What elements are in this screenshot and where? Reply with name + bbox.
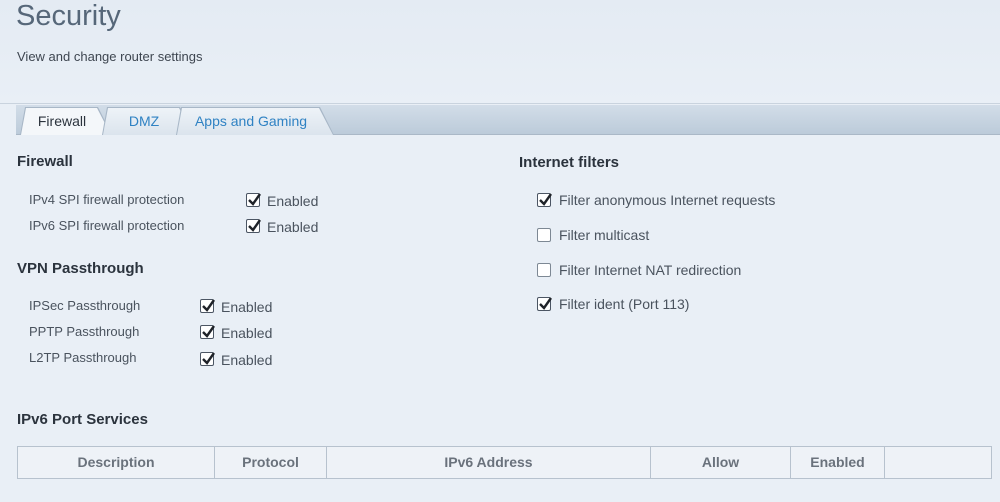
l2tp-checkbox[interactable] xyxy=(200,352,215,366)
ipsec-checkbox[interactable] xyxy=(200,299,215,313)
column-header-allow: Allow xyxy=(651,447,791,478)
filter-ident-label: Filter ident (Port 113) xyxy=(559,296,690,312)
tab-firewall[interactable]: Firewall xyxy=(20,107,112,135)
vpn-section-title: VPN Passthrough xyxy=(17,260,144,277)
filter-nat-redirection-checkbox[interactable] xyxy=(537,263,551,277)
filter-anonymous-label: Filter anonymous Internet requests xyxy=(559,192,776,208)
pptp-status: Enabled xyxy=(221,325,273,341)
page-subtitle: View and change router settings xyxy=(17,49,203,64)
l2tp-status: Enabled xyxy=(221,352,273,368)
l2tp-label: L2TP Passthrough xyxy=(29,350,137,365)
checkmark-icon xyxy=(202,325,215,338)
ipv6-spi-status: Enabled xyxy=(267,219,319,235)
checkmark-icon xyxy=(539,193,552,206)
internet-filters-title: Internet filters xyxy=(519,154,620,171)
ipv6-port-services-title: IPv6 Port Services xyxy=(17,411,148,428)
ipv6-port-services-table: Description Protocol IPv6 Address Allow … xyxy=(17,446,992,479)
filter-ident-checkbox[interactable] xyxy=(537,297,552,311)
checkmark-icon xyxy=(202,352,215,365)
tab-label: DMZ xyxy=(128,113,160,129)
ipv6-spi-checkbox[interactable] xyxy=(246,219,261,233)
tab-apps-and-gaming[interactable]: Apps and Gaming xyxy=(176,107,334,135)
pptp-label: PPTP Passthrough xyxy=(29,324,140,339)
ipv4-spi-status: Enabled xyxy=(267,193,319,209)
column-header-ipv6-address: IPv6 Address xyxy=(327,447,651,478)
checkmark-icon xyxy=(539,297,552,310)
page-title: Security xyxy=(16,0,121,32)
firewall-section-title: Firewall xyxy=(17,153,73,170)
tab-bar: Firewall DMZ Apps and Gaming xyxy=(16,105,1000,135)
ipv6-spi-label: IPv6 SPI firewall protection xyxy=(29,218,185,233)
tab-label: Firewall xyxy=(37,113,87,129)
pptp-checkbox[interactable] xyxy=(200,325,215,339)
page-header: Security View and change router settings xyxy=(0,0,1000,104)
filter-nat-redirection-label: Filter Internet NAT redirection xyxy=(559,262,742,278)
column-header-enabled: Enabled xyxy=(791,447,885,478)
ipsec-status: Enabled xyxy=(221,299,273,315)
column-header-actions xyxy=(885,447,991,478)
column-header-description: Description xyxy=(18,447,215,478)
ipv4-spi-label: IPv4 SPI firewall protection xyxy=(29,192,185,207)
filter-multicast-checkbox[interactable] xyxy=(537,228,551,242)
checkmark-icon xyxy=(248,219,261,232)
ipv4-spi-checkbox[interactable] xyxy=(246,193,261,207)
filter-multicast-label: Filter multicast xyxy=(559,227,650,243)
tab-label: Apps and Gaming xyxy=(194,113,308,129)
filter-anonymous-checkbox[interactable] xyxy=(537,193,552,207)
column-header-protocol: Protocol xyxy=(215,447,327,478)
checkmark-icon xyxy=(202,299,215,312)
ipsec-label: IPSec Passthrough xyxy=(29,298,141,313)
checkmark-icon xyxy=(248,193,261,206)
